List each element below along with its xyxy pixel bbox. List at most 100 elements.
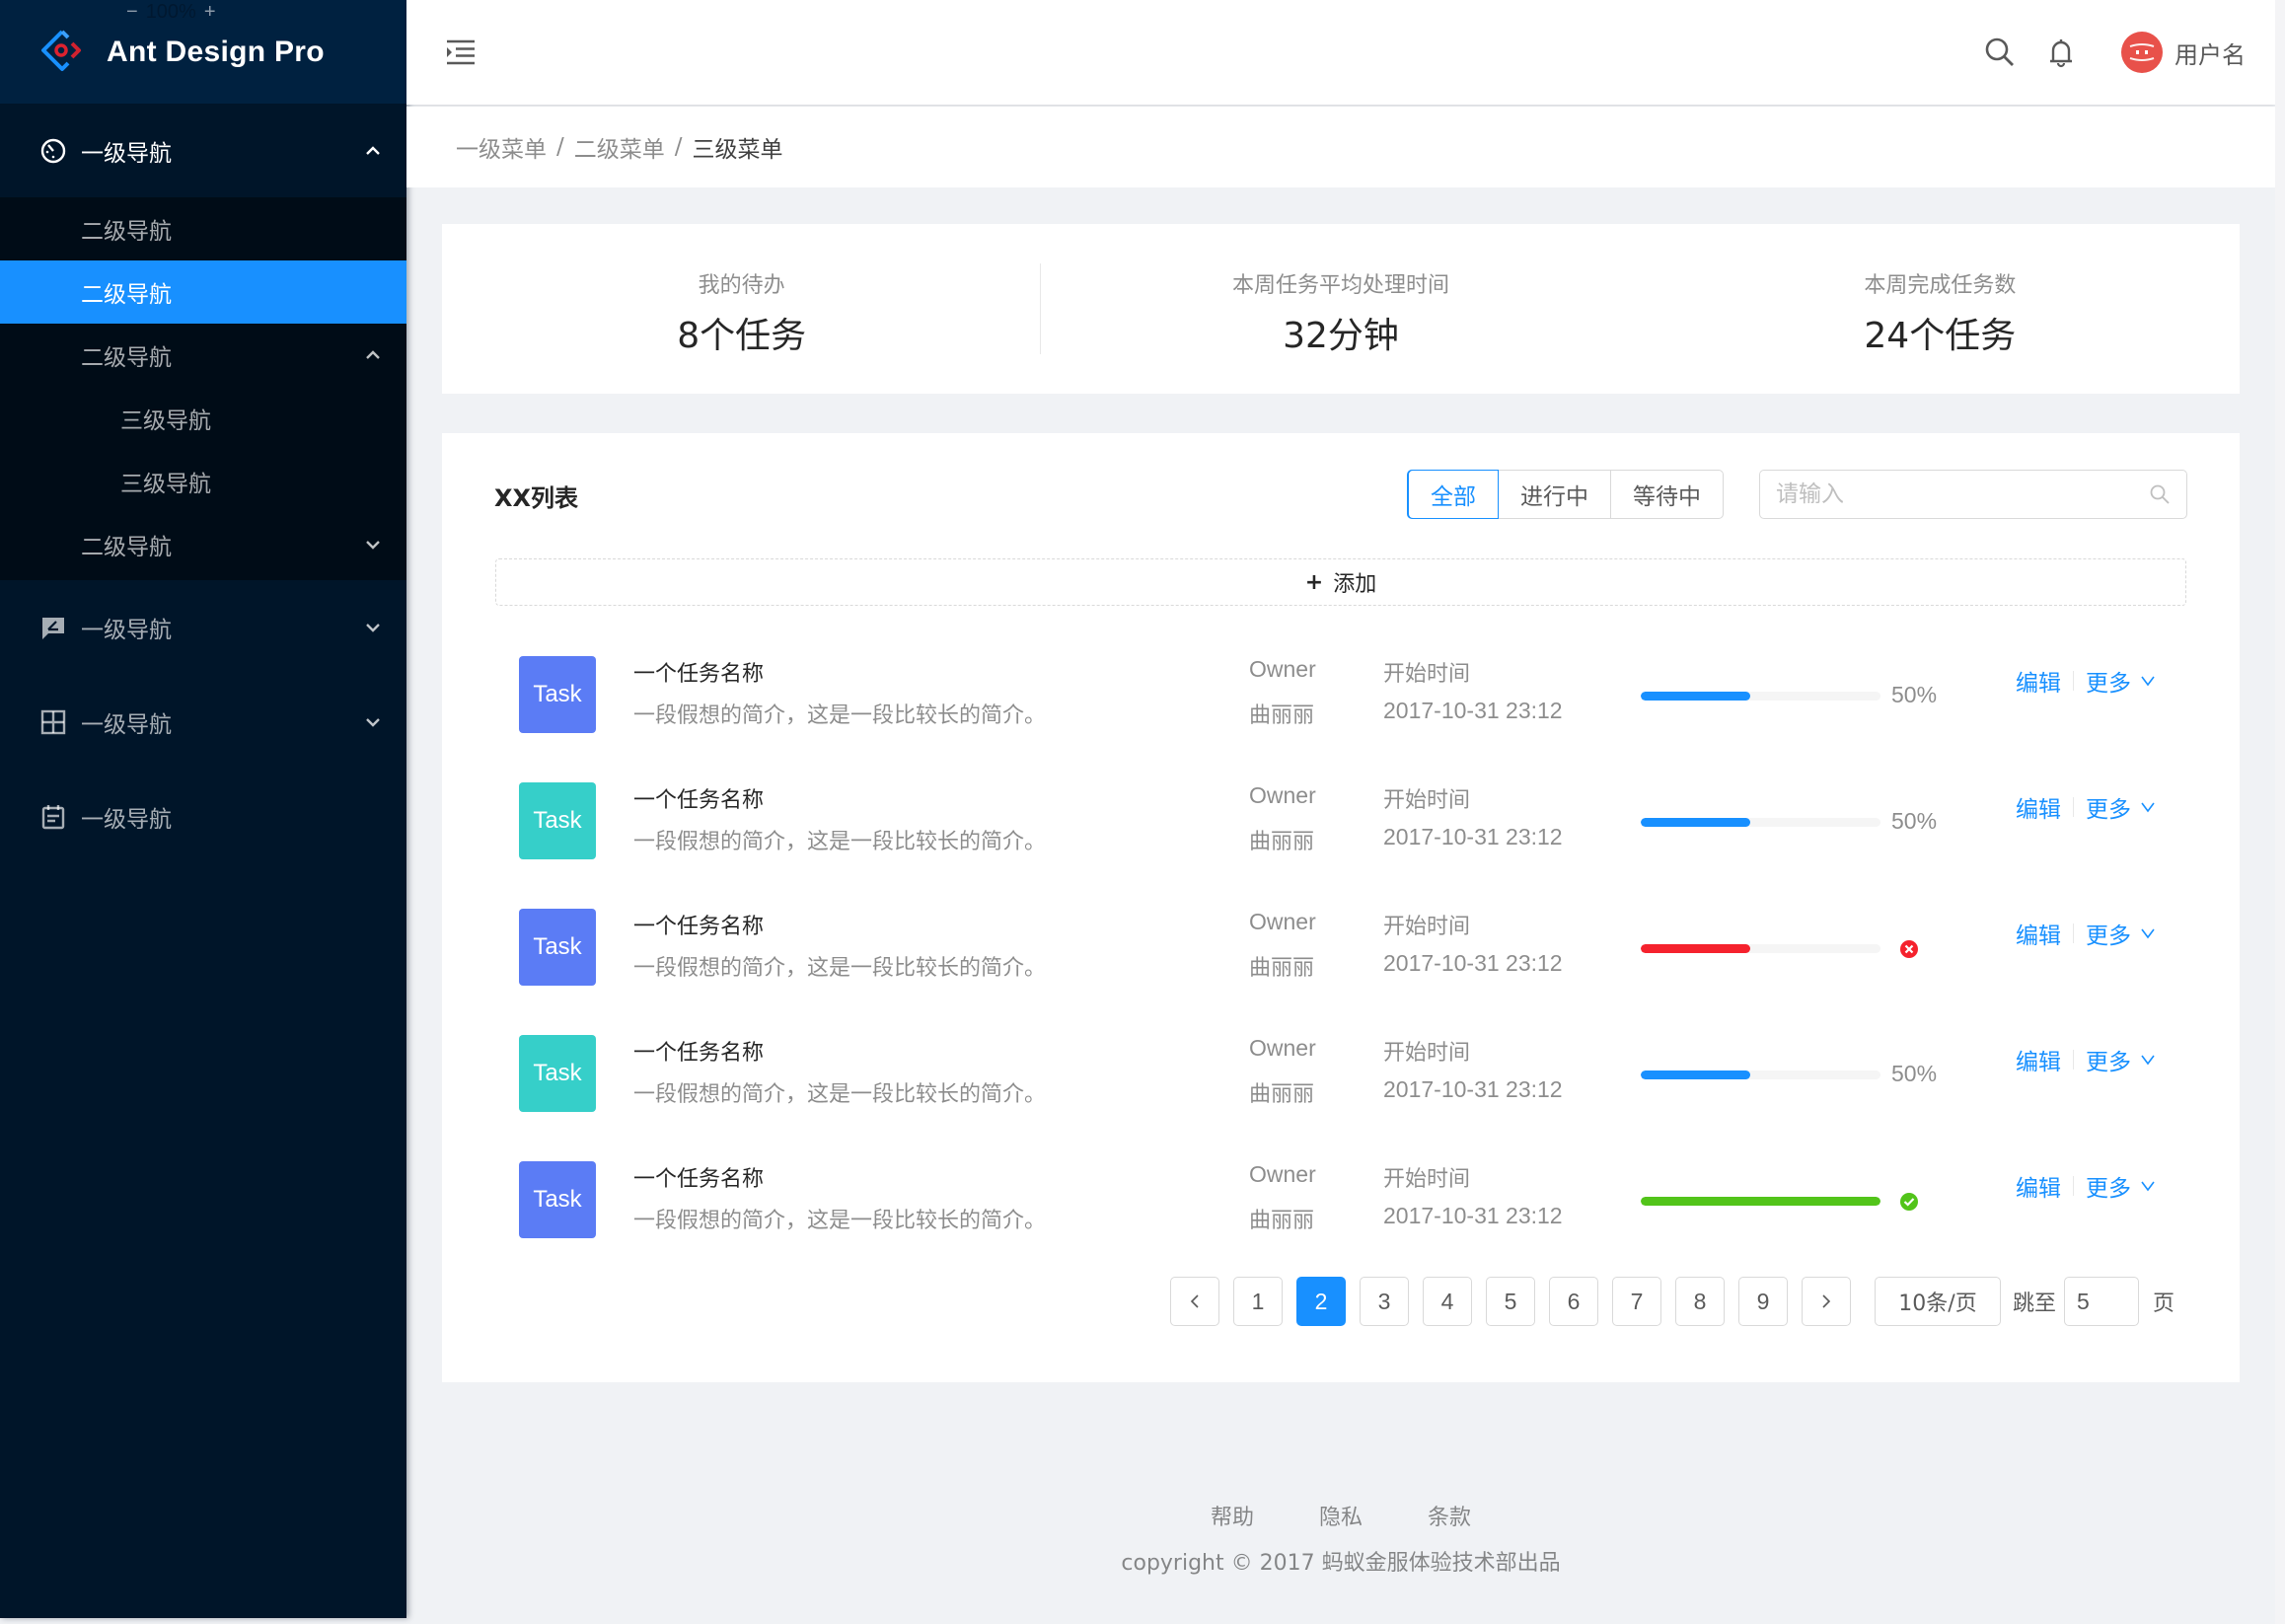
start-time-value: 2017-10-31 23:12 [1383, 824, 1563, 849]
start-time-value: 2017-10-31 23:12 [1383, 1076, 1563, 1102]
progress-fill [1641, 818, 1750, 827]
filter-all[interactable]: 全部 [1408, 470, 1499, 519]
progress-bar [1641, 934, 1937, 964]
footer-link-privacy[interactable]: 隐私 [1319, 1500, 1363, 1531]
page-button[interactable]: 4 [1423, 1277, 1472, 1326]
start-time-value: 2017-10-31 23:12 [1383, 698, 1563, 723]
sidebar-item-label: 一级导航 [81, 712, 172, 738]
footer-link-terms[interactable]: 条款 [1428, 1500, 1471, 1531]
footer: 帮助 隐私 条款 copyright © 2017 蚂蚁金服体验技术部出品 [406, 1500, 2275, 1577]
jump-page-input[interactable] [2064, 1277, 2140, 1326]
more-link[interactable]: 更多 [2086, 1169, 2131, 1203]
breadcrumb-item[interactable]: 一级菜单 [456, 130, 547, 164]
sidebar-item-label: 二级导航 [81, 282, 172, 308]
filter-waiting[interactable]: 等待中 [1610, 470, 1724, 519]
edit-link[interactable]: 编辑 [2016, 1169, 2061, 1203]
breadcrumb-separator: / [674, 134, 683, 160]
header: 用户名 [406, 0, 2275, 105]
progress-track [1641, 1197, 1880, 1206]
page-button[interactable]: 9 [1738, 1277, 1788, 1326]
zoom-out-button[interactable]: − [126, 0, 138, 24]
search-input[interactable] [1760, 472, 2149, 517]
row-actions: 编辑 更多 [2016, 917, 2157, 950]
task-avatar: Task [519, 656, 596, 733]
next-page-button[interactable] [1802, 1277, 1851, 1326]
task-title[interactable]: 一个任务名称 [633, 1161, 764, 1193]
page-button[interactable]: 3 [1360, 1277, 1409, 1326]
sidebar-subitem-3[interactable]: 二级导航 [0, 324, 406, 387]
username[interactable]: 用户名 [2174, 36, 2246, 70]
progress-label: 50% [1891, 1061, 1938, 1086]
search-icon[interactable] [1983, 36, 2017, 69]
row-actions: 编辑 更多 [2016, 664, 2157, 698]
task-list-item: Task 一个任务名称 一段假想的简介，这是一段比较长的简介。 Owner 曲丽丽 开始时… [442, 769, 2240, 895]
zoom-in-button[interactable]: + [204, 0, 216, 24]
task-description: 一段假想的简介，这是一段比较长的简介。 [633, 830, 1047, 854]
page-button[interactable]: 5 [1486, 1277, 1535, 1326]
task-title[interactable]: 一个任务名称 [633, 656, 764, 688]
task-description: 一段假想的简介，这是一段比较长的简介。 [633, 1209, 1047, 1233]
footer-link-help[interactable]: 帮助 [1211, 1500, 1254, 1531]
page-button[interactable]: 7 [1612, 1277, 1661, 1326]
sidebar-third-item-2[interactable]: 三级导航 [0, 450, 406, 513]
task-avatar: Task [519, 1161, 596, 1238]
stat-my-todo: 我的待办 8个任务 [442, 224, 1042, 394]
prev-page-button[interactable] [1170, 1277, 1219, 1326]
page-button[interactable]: 6 [1549, 1277, 1598, 1326]
add-button[interactable]: + 添加 [495, 558, 2186, 606]
footer-links: 帮助 隐私 条款 [406, 1500, 2275, 1531]
sidebar-item-nav-2[interactable]: 一级导航 [0, 580, 406, 675]
chevron-down-icon[interactable] [2139, 798, 2157, 816]
owner-name: 曲丽丽 [1249, 830, 1315, 854]
task-title[interactable]: 一个任务名称 [633, 1035, 764, 1067]
breadcrumb-item[interactable]: 二级菜单 [574, 130, 665, 164]
more-link[interactable]: 更多 [2086, 917, 2131, 950]
stat-completed: 本周完成任务数 24个任务 [1641, 224, 2240, 394]
sidebar-item-nav-4[interactable]: 一级导航 [0, 770, 406, 864]
task-title[interactable]: 一个任务名称 [633, 782, 764, 814]
dashboard-icon [39, 137, 67, 165]
sidebar-item-label: 二级导航 [81, 535, 172, 560]
chevron-down-icon [366, 624, 380, 632]
page-size-select[interactable]: 10条/页 [1875, 1277, 2001, 1326]
sidebar-subitem-4[interactable]: 二级导航 [0, 513, 406, 576]
progress-bar: 50% [1641, 682, 1937, 711]
progress-track [1641, 944, 1880, 953]
chevron-down-icon[interactable] [2139, 1051, 2157, 1069]
page-button[interactable]: 1 [1233, 1277, 1283, 1326]
chevron-down-icon[interactable] [2139, 672, 2157, 690]
more-link[interactable]: 更多 [2086, 790, 2131, 824]
check-circle-icon [1900, 1193, 1918, 1211]
chevron-down-icon[interactable] [2139, 1177, 2157, 1195]
calendar-icon [39, 803, 67, 831]
row-actions: 编辑 更多 [2016, 790, 2157, 824]
sidebar-item-nav-3[interactable]: 一级导航 [0, 675, 406, 770]
page-button-current[interactable]: 2 [1296, 1277, 1346, 1326]
sidebar-third-item-1[interactable]: 三级导航 [0, 387, 406, 450]
edit-link[interactable]: 编辑 [2016, 917, 2061, 950]
bell-icon[interactable] [2044, 36, 2078, 69]
page-button[interactable]: 8 [1675, 1277, 1725, 1326]
sidebar-item-label: 三级导航 [120, 472, 211, 497]
search-icon[interactable] [2149, 483, 2171, 505]
chevron-down-icon[interactable] [2139, 924, 2157, 942]
progress-fill [1641, 944, 1750, 953]
sidebar-item-nav-1[interactable]: 一级导航 [0, 104, 406, 197]
filter-in-progress[interactable]: 进行中 [1498, 470, 1611, 519]
sidebar-subitem-1[interactable]: 二级导航 [0, 197, 406, 260]
edit-link[interactable]: 编辑 [2016, 790, 2061, 824]
logo[interactable]: − 100% + Ant Design Pro [0, 0, 406, 104]
start-time-label: 开始时间 [1383, 915, 1471, 939]
more-link[interactable]: 更多 [2086, 664, 2131, 698]
menu-fold-icon[interactable] [446, 37, 476, 67]
breadcrumb-current: 三级菜单 [692, 137, 783, 163]
task-title[interactable]: 一个任务名称 [633, 909, 764, 940]
edit-link[interactable]: 编辑 [2016, 1043, 2061, 1076]
stat-value: 24个任务 [1864, 316, 2017, 356]
sidebar-item-label: 二级导航 [81, 345, 172, 371]
user-avatar[interactable] [2121, 32, 2163, 73]
more-link[interactable]: 更多 [2086, 1043, 2131, 1076]
edit-link[interactable]: 编辑 [2016, 664, 2061, 698]
stat-value: 32分钟 [1283, 316, 1399, 356]
sidebar-subitem-2-selected[interactable]: 二级导航 [0, 260, 406, 324]
